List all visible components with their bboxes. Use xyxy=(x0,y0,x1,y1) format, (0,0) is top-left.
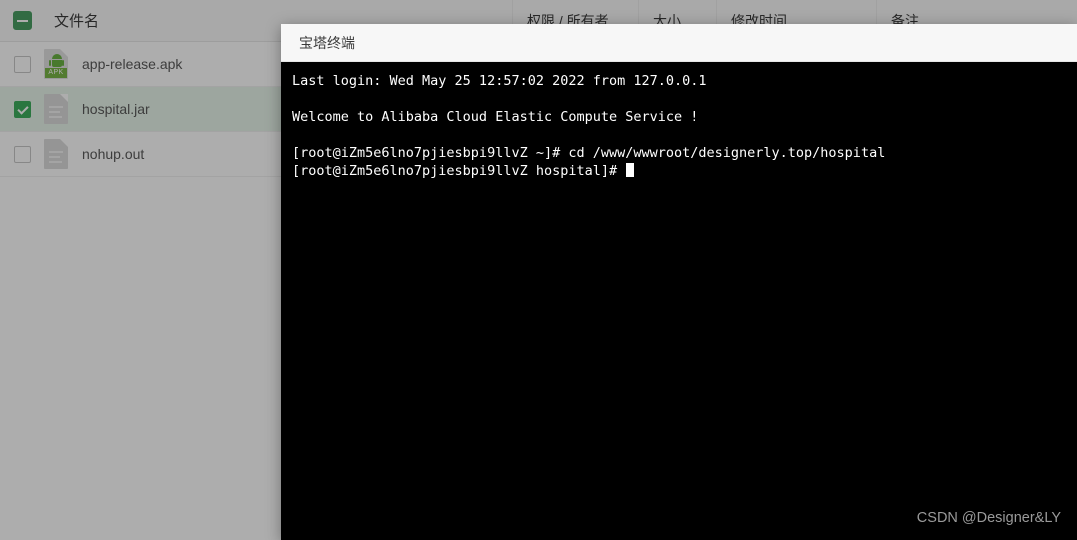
terminal-cursor xyxy=(626,163,635,177)
terminal-prompt-line: [root@iZm5e6lno7pjiesbpi9llvZ hospital]# xyxy=(292,162,1077,180)
terminal-dialog[interactable]: 宝塔终端 Last login: Wed May 25 12:57:02 202… xyxy=(281,24,1077,540)
terminal-line: Welcome to Alibaba Cloud Elastic Compute… xyxy=(292,109,699,125)
terminal-line: [root@iZm5e6lno7pjiesbpi9llvZ ~]# cd /ww… xyxy=(292,145,886,161)
terminal-output-area[interactable]: Last login: Wed May 25 12:57:02 2022 fro… xyxy=(281,62,1077,540)
terminal-prompt-text: [root@iZm5e6lno7pjiesbpi9llvZ hospital]# xyxy=(292,163,626,179)
terminal-line: Last login: Wed May 25 12:57:02 2022 fro… xyxy=(292,73,707,89)
terminal-titlebar[interactable]: 宝塔终端 xyxy=(281,24,1077,62)
terminal-title-label: 宝塔终端 xyxy=(299,34,355,51)
watermark-label: CSDN @Designer&LY xyxy=(916,510,1061,526)
